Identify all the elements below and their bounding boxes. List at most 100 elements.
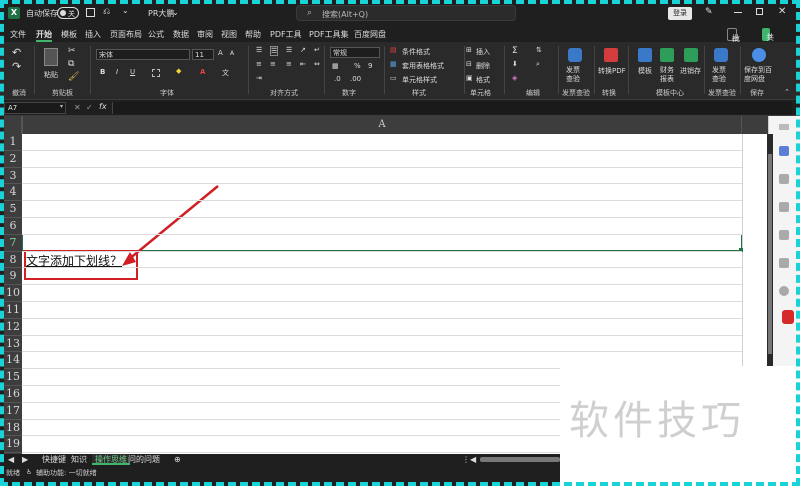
number-format-select[interactable]: 常规: [330, 47, 380, 58]
fill-icon[interactable]: ⬇: [512, 60, 518, 68]
align-middle-icon[interactable]: ☰: [270, 46, 279, 56]
sort-filter-icon[interactable]: ⇅: [536, 46, 542, 54]
font-color-icon[interactable]: A: [200, 68, 205, 76]
next-sheet-icon[interactable]: ▶: [22, 454, 28, 465]
decrease-decimal-icon[interactable]: .00: [350, 75, 361, 83]
financial-report-icon[interactable]: [660, 48, 674, 62]
minimize-icon[interactable]: [734, 12, 742, 13]
format-painter-icon[interactable]: 🖌: [68, 72, 79, 82]
add-sheet-icon[interactable]: ⊕: [174, 454, 181, 465]
conditional-format-icon[interactable]: ▤: [390, 46, 397, 54]
delete-cells-button[interactable]: 删除: [476, 61, 490, 71]
invoice-check-2-icon[interactable]: [714, 48, 728, 62]
tab-pdf-toolset[interactable]: PDF工具集: [309, 29, 349, 40]
name-box[interactable]: A7: [4, 102, 66, 114]
tab-baidu-netdisk[interactable]: 百度网盘: [354, 29, 386, 40]
shrink-font-icon[interactable]: A: [230, 50, 234, 57]
filename-chevron-icon[interactable]: ⌄: [172, 8, 179, 17]
comment-button[interactable]: ▭ 批注: [727, 28, 740, 56]
increase-indent-icon[interactable]: ⇥: [256, 74, 262, 82]
tab-view[interactable]: 视图: [221, 29, 237, 40]
invoice-check-2-button[interactable]: 发票查验: [712, 66, 732, 84]
tab-formulas[interactable]: 公式: [148, 29, 164, 40]
inventory-icon[interactable]: [684, 48, 698, 62]
conditional-format-button[interactable]: 条件格式: [402, 47, 430, 57]
vertical-scroll-thumb[interactable]: [768, 154, 772, 354]
percent-button[interactable]: %: [354, 62, 361, 70]
merge-center-icon[interactable]: ⇔: [314, 60, 320, 68]
insert-function-icon[interactable]: fx: [99, 102, 107, 111]
decrease-indent-icon[interactable]: ⇤: [300, 60, 306, 68]
tab-help[interactable]: 帮助: [245, 29, 261, 40]
side-panel-icon-3[interactable]: [779, 174, 789, 184]
clear-icon[interactable]: ◈: [512, 74, 517, 82]
sheet-tab-shortcuts[interactable]: 快捷键: [42, 454, 66, 465]
align-right-icon[interactable]: ≡: [286, 60, 292, 68]
tab-templates[interactable]: 模板: [61, 29, 77, 40]
paste-label[interactable]: 粘贴: [44, 70, 58, 80]
close-icon[interactable]: ✕: [778, 6, 786, 17]
side-panel-pin-icon[interactable]: [782, 310, 794, 324]
insert-cells-button[interactable]: 插入: [476, 47, 490, 57]
format-table-icon[interactable]: ▦: [390, 60, 397, 68]
autosave-toggle[interactable]: 关: [57, 7, 79, 19]
side-panel-icon-6[interactable]: [779, 258, 789, 268]
format-cells-button[interactable]: 格式: [476, 75, 490, 85]
comma-icon[interactable]: 9: [368, 62, 372, 70]
align-bottom-icon[interactable]: ☰: [286, 46, 292, 54]
font-name-select[interactable]: 宋体: [96, 49, 190, 60]
horizontal-scrollbar[interactable]: [480, 457, 560, 462]
cancel-entry-icon[interactable]: ✕: [74, 103, 81, 112]
tab-pdf-tools[interactable]: PDF工具: [270, 29, 302, 40]
hscroll-left-icon[interactable]: ◀: [470, 454, 476, 465]
side-panel-icon-2[interactable]: [779, 146, 789, 156]
align-top-icon[interactable]: ☰: [256, 46, 262, 54]
accessibility-status[interactable]: 辅助功能: 一切就绪: [36, 468, 97, 478]
align-center-icon[interactable]: ≡: [270, 60, 276, 68]
tab-home[interactable]: 开始: [36, 29, 52, 40]
side-panel-icon-4[interactable]: [779, 202, 789, 212]
orientation-icon[interactable]: ↗: [300, 46, 306, 54]
side-panel-icon-1[interactable]: [779, 124, 789, 130]
accessibility-icon[interactable]: ♿: [26, 468, 32, 476]
autosum-icon[interactable]: Σ: [512, 46, 518, 56]
undo-quick-icon[interactable]: ⎌: [103, 7, 110, 17]
undo-icon[interactable]: ↶: [12, 46, 21, 59]
italic-button[interactable]: I: [116, 68, 118, 76]
share-button[interactable]: ⇪ 共享: [762, 28, 774, 55]
cut-icon[interactable]: ✂: [68, 46, 76, 56]
tab-insert[interactable]: 插入: [85, 29, 101, 40]
borders-icon[interactable]: [152, 69, 160, 77]
inventory-button[interactable]: 进销存: [680, 66, 701, 76]
cell-styles-icon[interactable]: ▭: [390, 74, 397, 82]
invoice-check-button[interactable]: 发票查验: [566, 66, 586, 84]
prev-sheet-icon[interactable]: ◀: [8, 454, 14, 465]
increase-decimal-icon[interactable]: .0: [334, 75, 341, 83]
wrap-text-icon[interactable]: ↵: [314, 46, 320, 54]
template-icon[interactable]: [638, 48, 652, 62]
tab-scroll-handle-icon[interactable]: ⋮: [462, 454, 470, 465]
grow-font-icon[interactable]: A: [218, 49, 223, 57]
font-size-select[interactable]: 11: [192, 49, 214, 60]
redo-icon[interactable]: ↷: [12, 60, 21, 73]
pdf-convert-button[interactable]: 转换PDF: [598, 66, 626, 76]
invoice-check-icon[interactable]: [568, 48, 582, 62]
align-left-icon[interactable]: ≡: [256, 60, 262, 68]
pdf-convert-icon[interactable]: [604, 48, 618, 62]
search-box[interactable]: ⌕ 搜索(Alt+Q): [296, 5, 516, 21]
underline-button[interactable]: U: [130, 68, 135, 76]
accounting-icon[interactable]: ▦: [332, 62, 339, 70]
tab-data[interactable]: 数据: [173, 29, 189, 40]
login-button[interactable]: 登录: [668, 7, 692, 20]
name-box-dropdown-icon[interactable]: ▾: [60, 103, 63, 110]
tab-file[interactable]: 文件: [10, 29, 26, 40]
tab-page-layout[interactable]: 页面布局: [110, 29, 142, 40]
side-panel-icon-5[interactable]: [779, 230, 789, 240]
sheet-tab-operation-thinking[interactable]: 操作思维: [92, 454, 130, 465]
sheet-tab-questions[interactable]: 问的问题: [128, 454, 160, 465]
template-button[interactable]: 模板: [638, 66, 652, 76]
collapse-ribbon-icon[interactable]: ⌃: [784, 88, 790, 96]
side-panel-icon-7[interactable]: [779, 286, 789, 296]
format-cells-icon[interactable]: ▣: [466, 74, 473, 82]
file-name[interactable]: PR大鹏: [148, 8, 174, 19]
